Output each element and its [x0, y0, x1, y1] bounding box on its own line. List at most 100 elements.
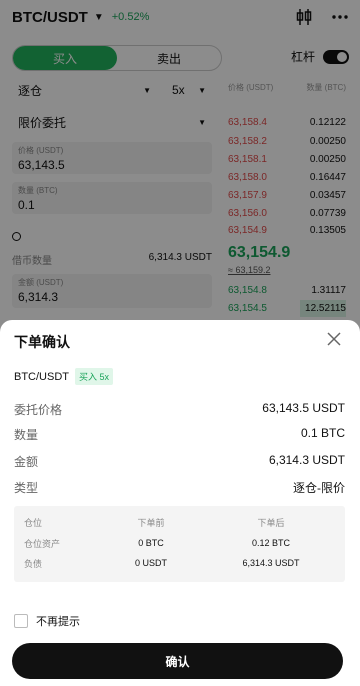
ask-qty: 0.16447 [309, 172, 346, 183]
dont-ask-checkbox[interactable] [14, 614, 28, 628]
detail-row: 类型 逐仓-限价 [14, 479, 345, 496]
dont-ask-label: 不再提示 [36, 616, 80, 628]
table-row: 负债 0 USDT 6,314.3 USDT [14, 555, 345, 571]
confirm-button[interactable]: 确认 [12, 643, 343, 679]
margin-mode-value: 逐仓 [18, 83, 43, 98]
order-confirm-sheet: 下单确认 BTC/USDT 买入 5x 委托价格 63,143.5 USDT 数量… [0, 320, 360, 686]
leverage-switch[interactable] [323, 49, 350, 64]
dont-ask-again[interactable]: 不再提示 [14, 613, 80, 629]
detail-key: 数量 [14, 428, 39, 442]
bid-price: 63,154.8 [228, 285, 267, 296]
order-type-value: 限价委托 [18, 115, 67, 130]
ask-row[interactable]: 63,158.4 0.12122 [228, 113, 346, 132]
caret-down-icon: ▼ [198, 117, 206, 127]
bid-row[interactable]: 63,154.8 1.31117 [228, 281, 346, 300]
bid-qty: 12.52115 [305, 303, 346, 314]
ask-qty: 0.00250 [309, 154, 346, 165]
detail-key: 类型 [14, 481, 39, 495]
price-label: 价格 (USDT) [18, 146, 64, 155]
ob-qty-header: 数量 (BTC) [306, 83, 346, 92]
pair-row: BTC/USDT 买入 5x [14, 368, 114, 385]
ask-qty: 0.12122 [309, 117, 346, 128]
price-value: 63,143.5 [18, 158, 65, 172]
side-tabs: 买入 卖出 [12, 45, 222, 71]
modal-pair: BTC/USDT [14, 370, 69, 383]
table-header: 仓位 [24, 517, 43, 528]
table-header-row: 仓位 下单前 下单后 [14, 514, 345, 530]
table-row: 仓位资产 0 BTC 0.12 BTC [14, 535, 345, 551]
table-header: 下单前 [137, 517, 165, 528]
margin-mode-select[interactable]: 逐仓 ▼ [12, 78, 157, 102]
chevron-down-icon[interactable]: ▼ [94, 12, 104, 23]
ask-price: 63,156.0 [228, 208, 267, 219]
amount-label: 金额 (USDT) [18, 278, 64, 287]
quantity-value: 0.1 [18, 198, 35, 212]
price-field[interactable]: 价格 (USDT) 63,143.5 [12, 142, 212, 174]
bid-row[interactable]: 63,154.5 12.52115 [228, 299, 346, 318]
detail-value: 0.1 BTC [300, 426, 345, 440]
amount-field[interactable]: 金额 (USDT) 6,314.3 [12, 274, 212, 308]
leverage-value: 5x [172, 83, 185, 97]
last-price: 63,154.9 [228, 244, 291, 261]
more-icon[interactable] [332, 15, 348, 19]
ob-price-header: 价格 (USDT) [228, 83, 274, 92]
ask-qty: 0.00250 [309, 136, 346, 147]
tab-buy[interactable]: 买入 [13, 46, 117, 70]
ask-price: 63,154.9 [228, 225, 267, 236]
side-badge: 买入 5x [75, 368, 114, 385]
candlestick-chart-icon[interactable] [296, 8, 312, 26]
caret-down-icon: ▼ [143, 85, 151, 95]
caret-down-icon: ▼ [198, 85, 206, 95]
ask-row[interactable]: 63,154.9 0.13505 [228, 221, 346, 240]
table-cell: 0 USDT [134, 558, 167, 568]
leverage-label: 杠杆 [291, 50, 316, 64]
detail-value: 63,143.5 USDT [262, 401, 345, 415]
ask-row[interactable]: 63,158.2 0.00250 [228, 132, 346, 151]
detail-row: 委托价格 63,143.5 USDT [14, 401, 345, 418]
close-icon[interactable] [326, 331, 342, 347]
top-bar: BTC/USDT ▼ +0.52% [0, 0, 360, 34]
bid-price: 63,154.5 [228, 303, 267, 314]
detail-value: 6,314.3 USDT [268, 453, 345, 467]
detail-row: 金额 6,314.3 USDT [14, 453, 345, 470]
pair-title[interactable]: BTC/USDT [12, 9, 88, 26]
detail-key: 金额 [14, 455, 39, 469]
table-header: 下单后 [257, 517, 285, 528]
ask-price: 63,158.1 [228, 154, 267, 165]
slider-handle[interactable] [12, 232, 21, 241]
table-cell: 0.12 BTC [251, 538, 291, 548]
ask-price: 63,158.0 [228, 172, 267, 183]
detail-key: 委托价格 [14, 403, 63, 417]
sheet-title: 下单确认 [14, 334, 70, 350]
detail-value: 逐仓-限价 [293, 481, 345, 495]
ask-price: 63,158.4 [228, 117, 267, 128]
ask-price: 63,158.2 [228, 136, 267, 147]
quantity-label: 数量 (BTC) [18, 186, 58, 195]
table-cell: 负债 [24, 558, 43, 569]
leverage-select[interactable]: 5x ▼ [166, 78, 212, 102]
bid-qty: 1.31117 [311, 285, 346, 296]
position-table: 仓位 下单前 下单后 仓位资产 0 BTC 0.12 BTC 负债 0 USDT… [14, 506, 345, 582]
borrow-amount-row: 借币数量 6,314.3 USDT [12, 252, 212, 267]
price-change: +0.52% [111, 11, 150, 23]
ask-row[interactable]: 63,158.0 0.16447 [228, 168, 346, 187]
order-type-select[interactable]: 限价委托 ▼ [12, 110, 212, 134]
ask-price: 63,157.9 [228, 190, 267, 201]
ask-qty: 0.07739 [309, 208, 346, 219]
ask-qty: 0.03457 [309, 190, 346, 201]
ask-qty: 0.13505 [309, 225, 346, 236]
borrow-value: 6,314.3 USDT [148, 252, 212, 263]
leverage-toggle[interactable]: 杠杆 [291, 48, 350, 65]
table-cell: 6,314.3 USDT [242, 558, 300, 568]
table-cell: 仓位资产 [24, 538, 61, 549]
detail-row: 数量 0.1 BTC [14, 426, 345, 443]
ask-row[interactable]: 63,158.1 0.00250 [228, 150, 346, 169]
table-cell: 0 BTC [138, 538, 164, 548]
borrow-label: 借币数量 [12, 256, 52, 267]
quantity-field[interactable]: 数量 (BTC) 0.1 [12, 182, 212, 214]
amount-value: 6,314.3 [18, 290, 59, 304]
ask-row[interactable]: 63,157.9 0.03457 [228, 186, 346, 205]
tab-sell[interactable]: 卖出 [117, 46, 221, 70]
orderbook-header: 价格 (USDT) 数量 (BTC) [228, 82, 346, 93]
mark-price: ≈ 63,159.2 [228, 265, 271, 275]
